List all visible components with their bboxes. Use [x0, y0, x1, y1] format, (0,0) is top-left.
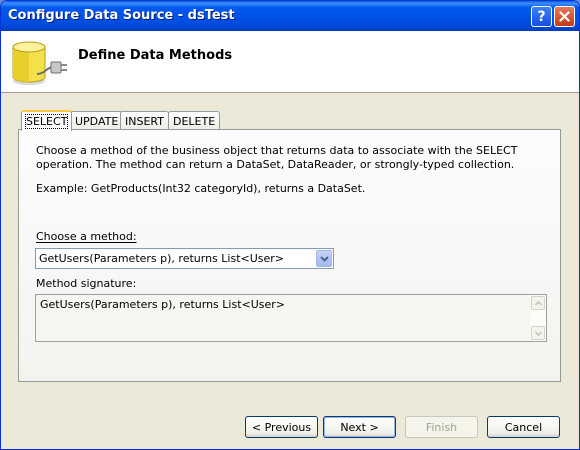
- close-button[interactable]: [554, 6, 575, 27]
- close-icon: [559, 11, 570, 22]
- title-bar[interactable]: Configure Data Source - dsTest ?: [1, 1, 579, 31]
- cancel-button[interactable]: Cancel: [487, 416, 560, 438]
- dialog-window: Configure Data Source - dsTest ? Define …: [0, 0, 580, 450]
- method-signature-area: GetUsers(Parameters p), returns List<Use…: [36, 295, 530, 341]
- cancel-button-label: Cancel: [504, 420, 543, 434]
- method-signature-textbox[interactable]: GetUsers(Parameters p), returns List<Use…: [35, 294, 547, 342]
- scroll-up-button[interactable]: [531, 296, 545, 310]
- tab-insert-label: INSERT: [125, 114, 164, 128]
- finish-button[interactable]: Finish: [405, 416, 478, 438]
- chevron-down-icon: [534, 330, 542, 336]
- finish-button-label: Finish: [425, 420, 458, 434]
- previous-button-label: < Previous: [251, 420, 312, 434]
- method-signature-value: GetUsers(Parameters p), returns List<Use…: [40, 298, 286, 311]
- next-button-label: Next >: [340, 420, 379, 434]
- wizard-header: Define Data Methods: [1, 31, 579, 93]
- window-title: Configure Data Source - dsTest: [8, 8, 235, 23]
- tab-update-label: UPDATE: [75, 114, 119, 128]
- tab-update[interactable]: UPDATE: [70, 111, 124, 130]
- chevron-down-icon: [319, 255, 329, 262]
- tab-select[interactable]: SELECT: [21, 110, 73, 131]
- page-title: Define Data Methods: [78, 48, 233, 63]
- previous-button[interactable]: < Previous: [245, 416, 318, 438]
- method-description: Choose a method of the business object t…: [36, 144, 518, 171]
- tab-select-label: SELECT: [24, 114, 69, 129]
- choose-method-value: GetUsers(Parameters p), returns List<Use…: [39, 252, 285, 265]
- method-example: Example: GetProducts(Int32 categoryId), …: [36, 182, 366, 195]
- database-plug-icon: [12, 41, 67, 85]
- method-signature-label: Method signature:: [36, 277, 136, 290]
- tab-insert[interactable]: INSERT: [120, 111, 169, 130]
- tab-delete-label: DELETE: [173, 114, 216, 128]
- tab-delete[interactable]: DELETE: [168, 111, 221, 130]
- vertical-scrollbar[interactable]: [530, 295, 546, 341]
- scroll-down-button[interactable]: [531, 326, 545, 340]
- help-icon: ?: [537, 8, 546, 25]
- choose-method-label: Choose a method:: [36, 230, 137, 243]
- chevron-up-icon: [534, 300, 542, 306]
- choose-method-dropdown[interactable]: GetUsers(Parameters p), returns List<Use…: [35, 248, 334, 269]
- dropdown-button[interactable]: [316, 250, 332, 267]
- next-button[interactable]: Next >: [323, 416, 396, 438]
- method-signature-label-text: Method signature:: [36, 277, 137, 290]
- choose-method-label-text: Choose a method:: [36, 230, 137, 243]
- help-button[interactable]: ?: [531, 6, 552, 27]
